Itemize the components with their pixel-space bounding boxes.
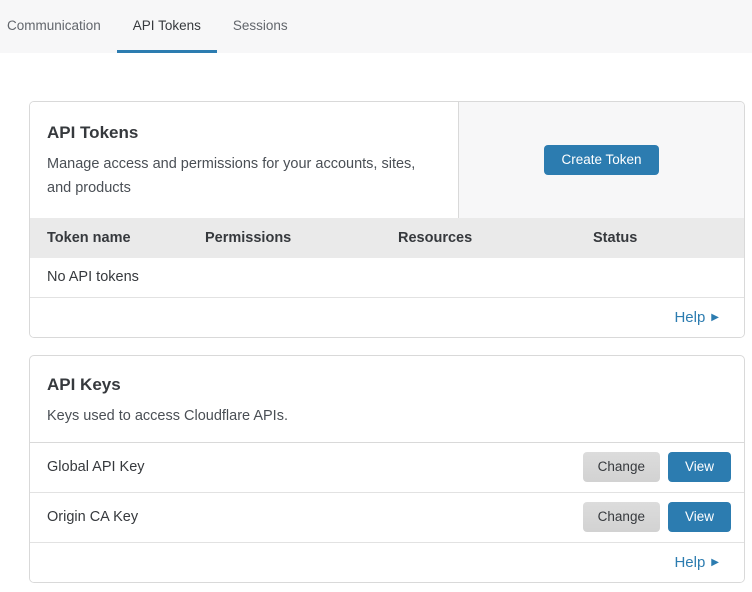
key-row-global-api-key: Global API Key Change View (30, 443, 744, 493)
change-global-api-key-button[interactable]: Change (583, 452, 660, 482)
key-actions-origin-ca-key: Change View (583, 502, 731, 532)
api-tokens-card-header-text: API Tokens Manage access and permissions… (30, 102, 459, 218)
key-label-global-api-key: Global API Key (47, 459, 145, 475)
help-label: Help (674, 309, 705, 326)
key-actions-global-api-key: Change View (583, 452, 731, 482)
api-tokens-table: Token name Permissions Resources Status … (30, 218, 744, 298)
api-tokens-title: API Tokens (47, 123, 434, 143)
api-tokens-card: API Tokens Manage access and permissions… (29, 101, 745, 338)
table-row: No API tokens (30, 258, 744, 297)
api-keys-description: Keys used to access Cloudflare APIs. (47, 404, 727, 428)
column-header-resources: Resources (398, 218, 593, 258)
empty-tokens-message: No API tokens (30, 258, 744, 297)
api-keys-card-header: API Keys Keys used to access Cloudflare … (30, 356, 744, 443)
api-tokens-help-link[interactable]: Help ▶ (674, 309, 719, 326)
api-tokens-description: Manage access and permissions for your a… (47, 152, 434, 200)
column-header-token-name: Token name (30, 218, 205, 258)
create-token-button[interactable]: Create Token (544, 145, 658, 175)
help-arrow-icon: ▶ (711, 557, 719, 568)
key-row-origin-ca-key: Origin CA Key Change View (30, 493, 744, 543)
key-label-origin-ca-key: Origin CA Key (47, 509, 138, 525)
table-header-row: Token name Permissions Resources Status (30, 218, 744, 258)
view-global-api-key-button[interactable]: View (668, 452, 731, 482)
api-keys-card-footer: Help ▶ (30, 543, 744, 582)
column-header-permissions: Permissions (205, 218, 398, 258)
view-origin-ca-key-button[interactable]: View (668, 502, 731, 532)
api-keys-title: API Keys (47, 375, 727, 395)
help-label: Help (674, 554, 705, 571)
api-tokens-card-header: API Tokens Manage access and permissions… (30, 102, 744, 218)
api-tokens-card-footer: Help ▶ (30, 298, 744, 337)
api-keys-card: API Keys Keys used to access Cloudflare … (29, 355, 745, 583)
help-arrow-icon: ▶ (711, 312, 719, 323)
change-origin-ca-key-button[interactable]: Change (583, 502, 660, 532)
api-tokens-card-header-actions: Create Token (459, 102, 744, 218)
column-header-status: Status (593, 218, 744, 258)
tab-sessions[interactable]: Sessions (217, 0, 304, 53)
main-content: API Tokens Manage access and permissions… (0, 53, 752, 583)
tab-api-tokens[interactable]: API Tokens (117, 0, 217, 53)
api-keys-help-link[interactable]: Help ▶ (674, 554, 719, 571)
tab-communication[interactable]: Communication (0, 0, 117, 53)
tab-bar: Communication API Tokens Sessions (0, 0, 752, 53)
